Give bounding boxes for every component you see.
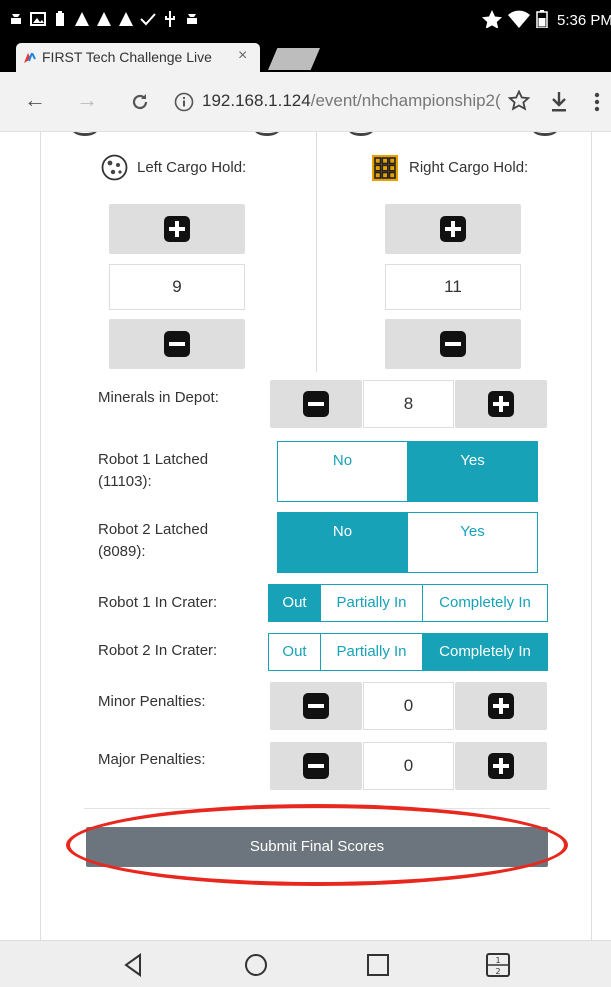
column-divider [316, 132, 317, 372]
bookmark-star-icon[interactable] [508, 90, 530, 112]
major-penalties-increment-button[interactable] [455, 742, 547, 790]
robot1-latched-yes[interactable]: Yes [407, 442, 537, 501]
status-bar: 5:36 PM [0, 0, 611, 40]
minerals-depot-label: Minerals in Depot: [98, 389, 219, 406]
minor-penalties-decrement-button[interactable] [270, 682, 362, 730]
alert-icon [119, 12, 133, 26]
info-icon[interactable] [174, 92, 194, 112]
scoring-page: Left Cargo Hold: Right Cargo Hold: 9 11 … [0, 132, 611, 940]
url-bar: ← → 192.168.1.124/event/nhchampionship2( [0, 72, 611, 132]
right-cargo-value[interactable]: 11 [385, 264, 521, 310]
alert-icon [75, 12, 89, 26]
robot1-latched-label: Robot 1 Latched (11103): [98, 451, 209, 490]
plus-icon [488, 753, 514, 779]
robot2-latched-label: Robot 2 Latched (8089): [98, 521, 209, 560]
right-cargo-label: Right Cargo Hold: [409, 159, 529, 176]
minor-penalties-label: Minor Penalties: [98, 693, 206, 710]
robot2-crater-out[interactable]: Out [269, 634, 320, 670]
minus-icon [440, 331, 466, 357]
scrolled-icon [348, 132, 374, 136]
robot1-latched-no[interactable]: No [278, 442, 407, 501]
minus-icon [303, 391, 329, 417]
url-host: 192.168.1.124 [202, 91, 311, 110]
home-icon[interactable] [242, 951, 270, 979]
back-icon[interactable] [120, 951, 148, 979]
plus-icon [440, 216, 466, 242]
check-icon [140, 13, 156, 26]
tab-strip: FIRST Tech Challenge Live × [0, 40, 611, 72]
major-penalties-value[interactable]: 0 [363, 742, 454, 790]
battery-icon [536, 10, 548, 28]
plus-icon [488, 391, 514, 417]
minor-penalties-increment-button[interactable] [455, 682, 547, 730]
svg-text:1: 1 [495, 956, 500, 965]
robot2-crater-label: Robot 2 In Crater: [98, 642, 218, 659]
robot2-latched-yes[interactable]: Yes [407, 513, 537, 572]
major-penalties-decrement-button[interactable] [270, 742, 362, 790]
more-menu-icon[interactable] [594, 92, 600, 112]
silver-mineral-icon [101, 154, 128, 181]
page-border [591, 132, 592, 940]
minus-icon [164, 331, 190, 357]
android-icon [187, 14, 197, 24]
tab-title: FIRST Tech Challenge Live [42, 49, 212, 65]
robot1-crater-label: Robot 1 In Crater: [98, 594, 218, 611]
robot2-latched-no[interactable]: No [278, 513, 407, 572]
recents-icon[interactable] [364, 951, 392, 979]
left-cargo-increment-button[interactable] [109, 204, 245, 254]
scrolled-icon [532, 132, 558, 136]
star-icon [482, 10, 502, 28]
minerals-depot-increment-button[interactable] [455, 380, 547, 428]
back-arrow-icon[interactable]: ← [24, 88, 46, 112]
left-cargo-label: Left Cargo Hold: [137, 159, 247, 176]
new-tab-button[interactable] [268, 48, 320, 70]
url-input[interactable]: 192.168.1.124/event/nhchampionship2( [202, 91, 524, 111]
robot2-crater-completely-in[interactable]: Completely In [422, 634, 547, 670]
robot1-crater-selector: Out Partially In Completely In [268, 584, 548, 622]
page-border [40, 132, 41, 940]
first-logo-icon [24, 53, 36, 63]
scrolled-icon [254, 132, 280, 136]
image-icon [30, 12, 46, 26]
browser-tab[interactable]: FIRST Tech Challenge Live × [16, 43, 260, 72]
robot2-latched-toggle: No Yes [277, 512, 538, 573]
left-cargo-decrement-button[interactable] [109, 319, 245, 369]
split-screen-icon[interactable]: 1 2 [484, 951, 512, 979]
svg-text:2: 2 [495, 967, 500, 976]
robot1-crater-completely-in[interactable]: Completely In [422, 585, 547, 621]
robot1-latched-toggle: No Yes [277, 441, 538, 502]
android-nav-bar: 1 2 [0, 940, 611, 987]
highlight-annotation [66, 804, 568, 886]
battery-icon [56, 11, 64, 26]
download-icon[interactable] [550, 91, 568, 113]
robot1-crater-partially-in[interactable]: Partially In [320, 585, 422, 621]
right-cargo-decrement-button[interactable] [385, 319, 521, 369]
minerals-depot-decrement-button[interactable] [270, 380, 362, 428]
major-penalties-label: Major Penalties: [98, 751, 206, 768]
close-tab-icon[interactable]: × [238, 47, 247, 65]
android-icon [11, 14, 21, 24]
minerals-depot-value[interactable]: 8 [363, 380, 454, 428]
robot2-crater-partially-in[interactable]: Partially In [320, 634, 422, 670]
minor-penalties-value[interactable]: 0 [363, 682, 454, 730]
minus-icon [303, 693, 329, 719]
reload-icon[interactable] [130, 92, 150, 112]
wifi-icon [508, 10, 530, 28]
left-cargo-value[interactable]: 9 [109, 264, 245, 310]
plus-icon [488, 693, 514, 719]
robot1-crater-out[interactable]: Out [269, 585, 320, 621]
gold-mineral-icon [372, 155, 398, 181]
right-cargo-increment-button[interactable] [385, 204, 521, 254]
alert-icon [97, 12, 111, 26]
forward-arrow-icon[interactable]: → [76, 88, 98, 112]
scrolled-icon [72, 132, 98, 136]
plus-icon [164, 216, 190, 242]
robot2-crater-selector: Out Partially In Completely In [268, 633, 548, 671]
url-path: /event/nhchampionship2( [310, 91, 501, 110]
usb-icon [165, 11, 175, 27]
minus-icon [303, 753, 329, 779]
status-time: 5:36 PM [557, 12, 611, 29]
